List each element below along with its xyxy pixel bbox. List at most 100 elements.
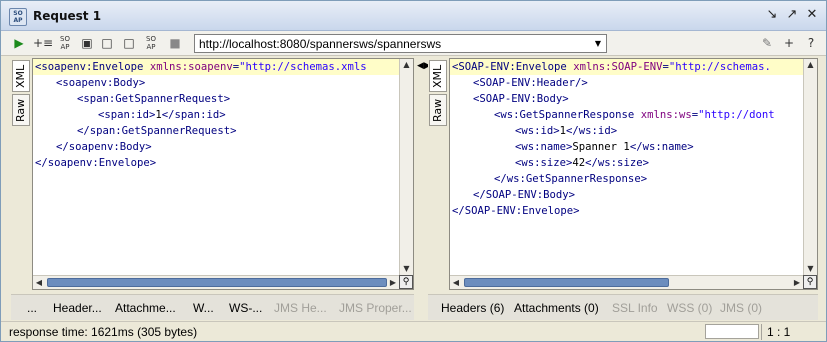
response-code-token: <ws:id> <box>515 125 560 137</box>
tab-response-attachments[interactable]: Attachments (0) <box>514 301 599 315</box>
response-code-line[interactable]: <ws:id>1</ws:id> <box>450 123 803 139</box>
response-code-token: </ws:size> <box>585 157 649 169</box>
minimize-icon[interactable]: ↘ <box>764 7 780 23</box>
request-code-token: <soapenv:Body> <box>56 77 146 89</box>
response-code-line[interactable]: <ws:GetSpannerResponse xmlns:ws="http://… <box>450 107 803 123</box>
response-code-line[interactable]: <SOAP-ENV:Envelope xmlns:SOAP-ENV="http:… <box>450 59 803 75</box>
request-code-token: "http://schemas.xmls <box>239 61 367 73</box>
fit-icon[interactable]: ▣ <box>79 35 95 51</box>
scroll-up-icon[interactable]: ▲ <box>804 59 817 71</box>
find-icon[interactable]: ⚲ <box>803 275 817 289</box>
response-code-line[interactable]: <ws:name>Spanner 1</ws:name> <box>450 139 803 155</box>
request-code-token: </span:GetSpannerRequest> <box>77 125 237 137</box>
response-code-token: <SOAP-ENV:Body> <box>473 93 569 105</box>
window-title: Request 1 <box>33 9 102 23</box>
run-icon[interactable]: ▶ <box>11 35 27 51</box>
status-progress-box <box>705 324 759 339</box>
response-code-line[interactable]: </ws:GetSpannerResponse> <box>450 171 803 187</box>
request-code-line[interactable]: <span:GetSpannerRequest> <box>33 91 399 107</box>
help-icon[interactable]: ? <box>803 35 819 51</box>
response-code-line[interactable]: <SOAP-ENV:Header/> <box>450 75 803 91</box>
tab-request-ws-a[interactable]: WS-... <box>229 301 262 315</box>
stop-icon[interactable]: ■ <box>167 35 183 51</box>
response-code-line[interactable]: <ws:size>42</ws:size> <box>450 155 803 171</box>
soap-action-icon[interactable]: SO AP <box>57 35 73 51</box>
tab-response-raw[interactable]: Raw <box>429 94 447 126</box>
scroll-down-icon[interactable]: ▼ <box>400 263 413 275</box>
request-editor[interactable]: <soapenv:Envelope xmlns:soapenv="http://… <box>32 58 414 290</box>
request-code-token: </soapenv:Body> <box>56 141 152 153</box>
tab-request-attachments[interactable]: Attachme... <box>115 301 176 315</box>
tab-request-jms-properties[interactable]: JMS Proper... <box>339 301 412 315</box>
cursor-position-text: 1 : 1 <box>767 325 791 339</box>
response-code-token: <ws:name> <box>515 141 573 153</box>
request-pane: XML Raw <soapenv:Envelope xmlns:soapenv=… <box>11 58 414 290</box>
add-icon[interactable]: + <box>781 35 797 51</box>
tab-request-headers[interactable]: Header... <box>53 301 102 315</box>
wsdl-icon[interactable]: SO AP <box>143 35 159 51</box>
scroll-right-icon[interactable]: ▶ <box>387 276 399 289</box>
scroll-up-icon[interactable]: ▲ <box>400 59 413 71</box>
response-code-line[interactable]: </SOAP-ENV:Envelope> <box>450 203 803 219</box>
request-code-token: </span:id> <box>161 109 226 121</box>
response-code-token: <ws:size> <box>515 157 573 169</box>
response-vertical-scrollbar[interactable]: ▲ ▼ <box>803 59 817 275</box>
request-code-token: <span:id> <box>98 109 156 121</box>
tab-response-headers[interactable]: Headers (6) <box>441 301 504 315</box>
response-code-line[interactable]: <SOAP-ENV:Body> <box>450 91 803 107</box>
response-horizontal-scrollbar[interactable]: ◀ ▶ <box>450 275 803 289</box>
soap-logo-icon: SO AP <box>9 8 27 26</box>
response-scroll-thumb[interactable] <box>464 278 669 287</box>
request-horizontal-scrollbar[interactable]: ◀ ▶ <box>33 275 399 289</box>
close-icon[interactable]: ✕ <box>804 7 820 23</box>
response-code-line[interactable]: </SOAP-ENV:Body> <box>450 187 803 203</box>
response-code-token: </SOAP-ENV:Body> <box>473 189 576 201</box>
tabs-icon[interactable]: □ <box>99 35 115 51</box>
request-code-token: <span:GetSpannerRequest> <box>77 93 231 105</box>
tab-response-ssl-info[interactable]: SSL Info <box>612 301 658 315</box>
response-code-token: xmlns:ws <box>640 109 692 121</box>
title-bar: SO AP Request 1 ↘ ↗ ✕ <box>1 1 826 31</box>
maximize-icon[interactable]: ↗ <box>784 7 800 23</box>
scroll-left-icon[interactable]: ◀ <box>450 276 462 289</box>
request-code-line[interactable]: <soapenv:Body> <box>33 75 399 91</box>
scroll-left-icon[interactable]: ◀ <box>33 276 45 289</box>
endpoint-url-select[interactable]: http://localhost:8080/spannersws/spanner… <box>194 34 607 53</box>
endpoint-url-value: http://localhost:8080/spannersws/spanner… <box>199 37 442 51</box>
tab-request-jms-headers[interactable]: JMS He... <box>274 301 327 315</box>
request-code-line[interactable]: </soapenv:Envelope> <box>33 155 399 171</box>
tab-request-wss[interactable]: W... <box>193 301 214 315</box>
response-code-token: </ws:id> <box>566 125 618 137</box>
tab-response-jms[interactable]: JMS (0) <box>720 301 762 315</box>
scroll-down-icon[interactable]: ▼ <box>804 263 817 275</box>
response-pane: XML Raw <SOAP-ENV:Envelope xmlns:SOAP-EN… <box>428 58 818 290</box>
request-code-line[interactable]: </soapenv:Body> <box>33 139 399 155</box>
tab-response-wss[interactable]: WSS (0) <box>667 301 712 315</box>
request-bottom-tabs: ... Header... Attachme... W... WS-... JM… <box>11 294 414 320</box>
tab-response-xml[interactable]: XML <box>429 60 447 92</box>
tool-settings-icon[interactable]: ✎ <box>759 35 775 51</box>
response-code[interactable]: <SOAP-ENV:Envelope xmlns:SOAP-ENV="http:… <box>450 59 803 275</box>
tab-request-more[interactable]: ... <box>27 301 37 315</box>
request-code-line[interactable]: </span:GetSpannerRequest> <box>33 123 399 139</box>
find-icon[interactable]: ⚲ <box>399 275 413 289</box>
tab-request-xml[interactable]: XML <box>12 60 30 92</box>
response-code-token: </ws:GetSpannerResponse> <box>494 173 648 185</box>
request-code-line[interactable]: <soapenv:Envelope xmlns:soapenv="http://… <box>33 59 399 75</box>
response-code-token: "http://schemas. <box>668 61 771 73</box>
chevron-down-icon[interactable]: ▼ <box>592 37 604 50</box>
response-code-token: Spanner 1 <box>572 141 630 153</box>
split-icon[interactable]: □ <box>121 35 137 51</box>
response-code-token: 42 <box>572 157 586 169</box>
request-scroll-thumb[interactable] <box>47 278 387 287</box>
request-vertical-scrollbar[interactable]: ▲ ▼ <box>399 59 413 275</box>
tab-request-raw[interactable]: Raw <box>12 94 30 126</box>
add-assertion-icon[interactable]: +≡ <box>33 35 53 51</box>
request-code[interactable]: <soapenv:Envelope xmlns:soapenv="http://… <box>33 59 399 275</box>
response-editor[interactable]: <SOAP-ENV:Envelope xmlns:SOAP-ENV="http:… <box>449 58 818 290</box>
response-code-token: <SOAP-ENV:Envelope <box>452 61 574 73</box>
split-divider-handle[interactable]: ◀▶ <box>417 59 431 73</box>
response-code-token: "http://dont <box>698 109 775 121</box>
scroll-right-icon[interactable]: ▶ <box>791 276 803 289</box>
request-code-line[interactable]: <span:id>1</span:id> <box>33 107 399 123</box>
